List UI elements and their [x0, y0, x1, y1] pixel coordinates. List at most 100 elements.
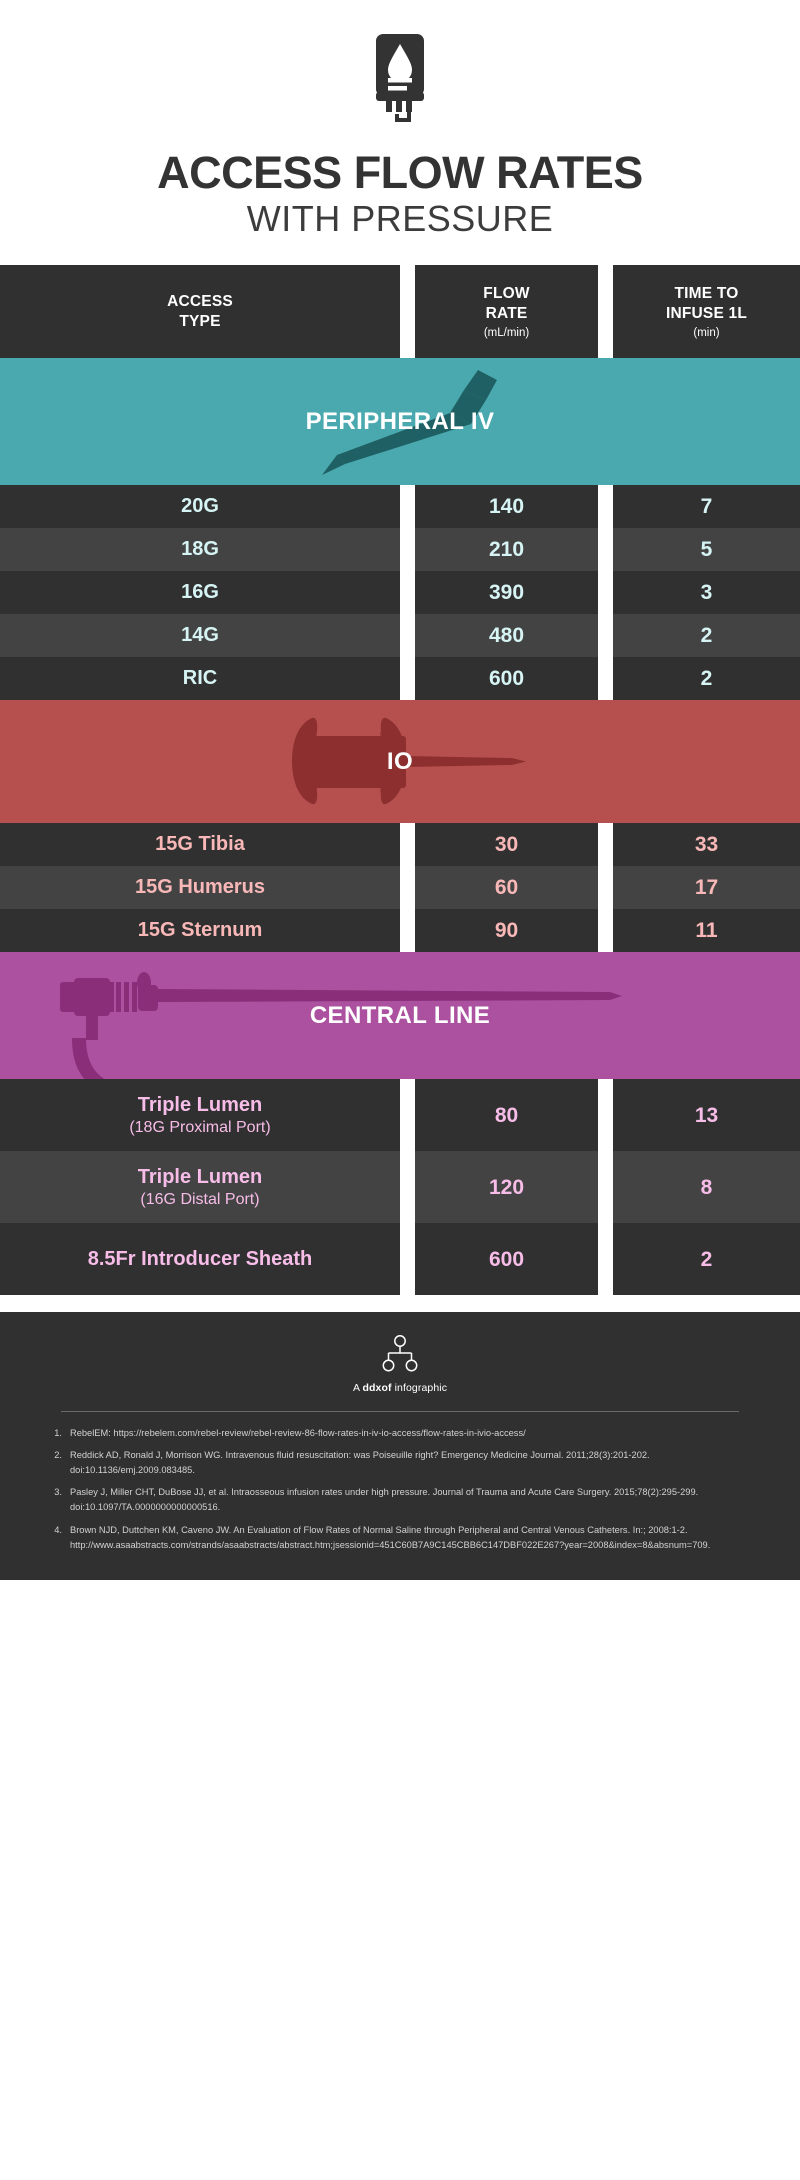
- ddxof-tree-logo-icon: [0, 1334, 800, 1376]
- page-subtitle: WITH PRESSURE: [246, 197, 554, 239]
- table-row: 15G Humerus 60 17: [0, 866, 800, 910]
- iv-bag-icon: [0, 34, 800, 134]
- reference-item: 3. Pasley J, Miller CHT, DuBose JJ, et a…: [50, 1485, 750, 1515]
- row-gap: [400, 823, 415, 867]
- table-row: Triple Lumen (18G Proximal Port) 80 13: [0, 1079, 800, 1152]
- row-gap: [598, 909, 613, 953]
- table-row: 15G Sternum 90 11: [0, 909, 800, 953]
- cell-access-type: 18G: [0, 528, 400, 572]
- row-gap: [598, 1151, 613, 1224]
- cell-time-to-infuse: 8: [613, 1151, 800, 1224]
- cell-flow-rate: 60: [415, 866, 598, 910]
- cell-flow-rate: 600: [415, 657, 598, 701]
- cell-access-type: 15G Sternum: [0, 909, 400, 953]
- row-gap: [598, 1223, 613, 1296]
- table-row: RIC 600 2: [0, 657, 800, 701]
- reference-item: 4. Brown NJD, Duttchen KM, Caveno JW. An…: [50, 1523, 750, 1553]
- time-to-infuse-line2: INFUSE 1L: [665, 305, 748, 323]
- table-row: Triple Lumen (16G Distal Port) 120 8: [0, 1151, 800, 1224]
- cell-time-to-infuse: 11: [613, 909, 800, 953]
- reference-number: 1.: [54, 1428, 62, 1439]
- time-to-infuse-unit: (min): [693, 327, 720, 340]
- page-title: ACCESS FLOW RATES: [157, 147, 643, 198]
- cell-flow-rate: 140: [415, 485, 598, 529]
- cell-time-to-infuse: 33: [613, 823, 800, 867]
- section-label-central-line: CENTRAL LINE: [309, 1001, 491, 1029]
- cell-flow-rate: 600: [415, 1223, 598, 1296]
- cell-time-to-infuse: 2: [613, 657, 800, 701]
- row-gap: [598, 485, 613, 529]
- reference-number: 4.: [54, 1524, 62, 1535]
- row-gap: [598, 823, 613, 867]
- cell-access-type: Triple Lumen (16G Distal Port): [0, 1151, 400, 1224]
- column-header-access-type: ACCESS TYPE: [0, 265, 400, 359]
- row-gap: [400, 1151, 415, 1224]
- flow-rate-unit: (mL/min): [483, 327, 530, 340]
- section-label-peripheral-iv: PERIPHERAL IV: [305, 407, 495, 435]
- footer-divider: [61, 1411, 739, 1413]
- section-banner-io: IO: [0, 700, 800, 824]
- row-gap: [400, 657, 415, 701]
- reference-item: 1. RebelEM: https://rebelem.com/rebel-re…: [50, 1426, 750, 1441]
- column-gap-1: [400, 265, 415, 359]
- reference-item: 2. Reddick AD, Ronald J, Morrison WG. In…: [50, 1448, 750, 1478]
- cell-access-type: 8.5Fr Introducer Sheath: [0, 1223, 400, 1296]
- section-rows-io: 15G Tibia 30 33 15G Humerus 60 17 15G St…: [0, 823, 800, 953]
- reference-text: Brown NJD, Duttchen KM, Caveno JW. An Ev…: [70, 1524, 711, 1550]
- flow-rates-table: ACCESS TYPE FLOW RATE (mL/min) TIME TO I…: [0, 265, 800, 1296]
- flow-rate-line2: RATE: [485, 305, 528, 323]
- cell-time-to-infuse: 2: [613, 1223, 800, 1296]
- reference-number: 2.: [54, 1450, 62, 1461]
- row-gap: [400, 614, 415, 658]
- cell-time-to-infuse: 3: [613, 571, 800, 615]
- reference-text: RebelEM: https://rebelem.com/rebel-revie…: [70, 1428, 526, 1439]
- cell-flow-rate: 210: [415, 528, 598, 572]
- cell-time-to-infuse: 7: [613, 485, 800, 529]
- row-gap: [598, 657, 613, 701]
- row-gap: [400, 485, 415, 529]
- cell-access-type: 20G: [0, 485, 400, 529]
- section-banner-central-line: CENTRAL LINE: [0, 952, 800, 1080]
- section-label-io: IO: [386, 747, 414, 775]
- cell-flow-rate: 390: [415, 571, 598, 615]
- brand-name: ddxof: [362, 1382, 392, 1395]
- column-gap-2: [598, 265, 613, 359]
- cell-flow-rate: 30: [415, 823, 598, 867]
- brand-block: A ddxof infographic: [0, 1334, 800, 1394]
- cell-flow-rate: 120: [415, 1151, 598, 1224]
- reference-text: Pasley J, Miller CHT, DuBose JJ, et al. …: [70, 1487, 699, 1513]
- infographic-page: ACCESS FLOW RATES WITH PRESSURE ACCESS T…: [0, 0, 800, 1580]
- flow-rate-line1: FLOW: [483, 285, 530, 303]
- cell-access-type: RIC: [0, 657, 400, 701]
- cell-flow-rate: 80: [415, 1079, 598, 1152]
- row-gap: [400, 1223, 415, 1296]
- cell-access-type: 16G: [0, 571, 400, 615]
- section-rows-peripheral-iv: 20G 140 7 18G 210 5 16G 390 3 14G 480 2 …: [0, 485, 800, 701]
- table-row: 14G 480 2: [0, 614, 800, 658]
- cell-time-to-infuse: 13: [613, 1079, 800, 1152]
- cell-flow-rate: 480: [415, 614, 598, 658]
- cell-access-type: 15G Humerus: [0, 866, 400, 910]
- table-row: 16G 390 3: [0, 571, 800, 615]
- cell-flow-rate: 90: [415, 909, 598, 953]
- reference-number: 3.: [54, 1487, 62, 1498]
- table-row: 18G 210 5: [0, 528, 800, 572]
- row-gap: [598, 866, 613, 910]
- table-row: 20G 140 7: [0, 485, 800, 529]
- cell-access-type: Triple Lumen (18G Proximal Port): [0, 1079, 400, 1152]
- cell-time-to-infuse: 2: [613, 614, 800, 658]
- footer-spacer: [0, 1295, 800, 1313]
- section-rows-central-line: Triple Lumen (18G Proximal Port) 80 13 T…: [0, 1079, 800, 1296]
- cell-time-to-infuse: 5: [613, 528, 800, 572]
- row-gap: [598, 571, 613, 615]
- row-gap: [400, 528, 415, 572]
- row-gap: [598, 614, 613, 658]
- access-type-line1: ACCESS: [167, 292, 233, 310]
- references-list: 1. RebelEM: https://rebelem.com/rebel-re…: [50, 1426, 750, 1552]
- reference-text: Reddick AD, Ronald J, Morrison WG. Intra…: [70, 1450, 650, 1476]
- row-gap: [598, 528, 613, 572]
- column-header-flow-rate: FLOW RATE (mL/min): [415, 265, 598, 359]
- cell-access-type: 14G: [0, 614, 400, 658]
- cell-access-type: 15G Tibia: [0, 823, 400, 867]
- row-gap: [400, 1079, 415, 1152]
